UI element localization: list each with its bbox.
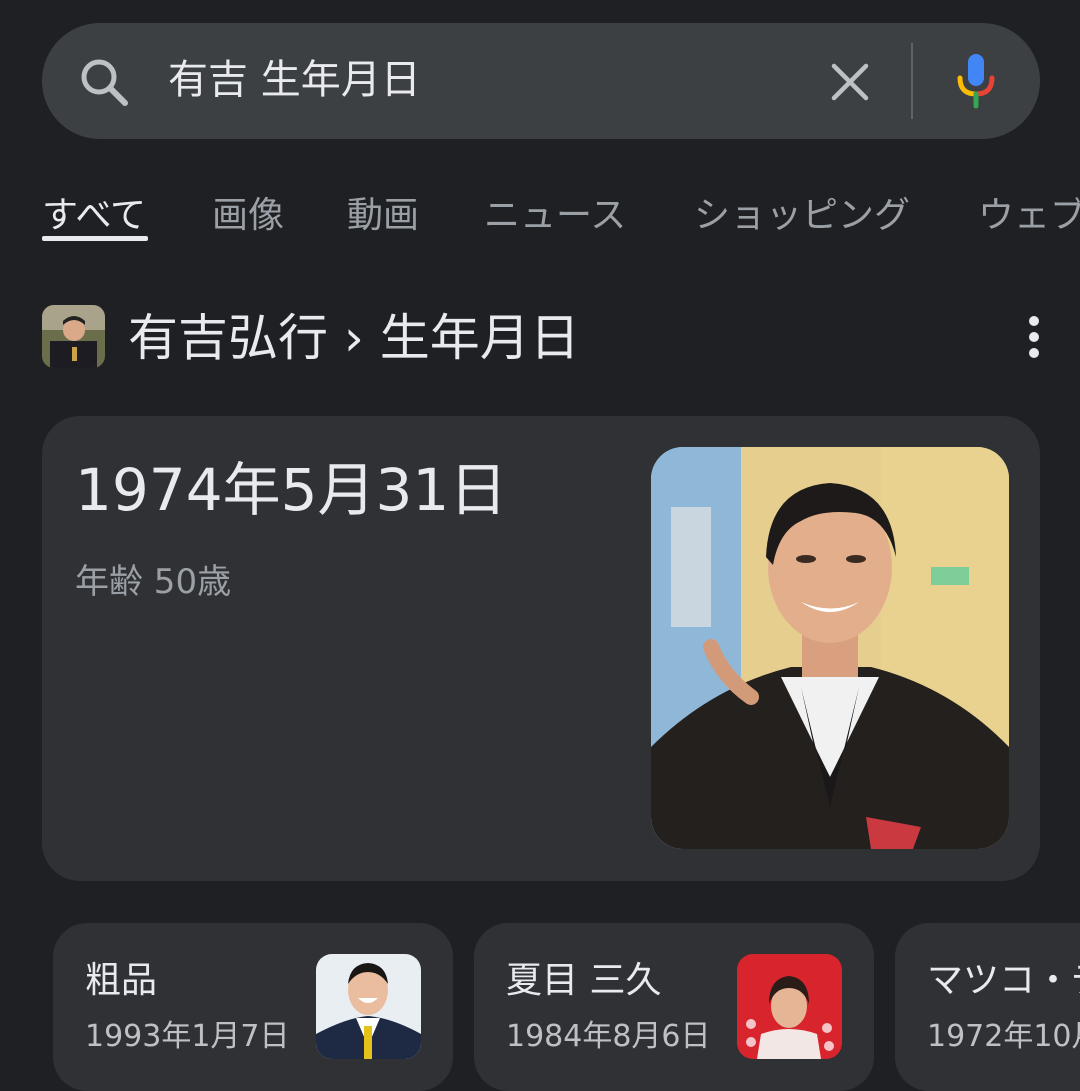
person-thumbnail [316,954,421,1059]
tab-images[interactable]: 画像 [212,191,284,241]
active-tab-indicator [42,236,148,241]
person-name: 夏目 三久 [506,960,662,1001]
person-card[interactable]: マツコ・デラックス 1972年10月26日 [895,923,1080,1091]
tab-web[interactable]: ウェブ [978,191,1080,241]
tab-all[interactable]: すべて [42,191,146,241]
search-divider [911,43,913,119]
age-text: 年齢 50歳 [75,562,232,602]
answer-card: 1974年5月31日 年齢 50歳 [42,416,1040,881]
search-tabs: すべて 画像 動画 ニュース ショッピング ウェブ [0,185,1080,255]
person-birth-date: 1993年1月7日 [85,1019,290,1054]
person-birth-date: 1972年10月26日 [927,1019,1080,1054]
entity-title[interactable]: 有吉弘行 › 生年月日 [128,307,580,369]
person-card[interactable]: 粗品 1993年1月7日 [53,923,453,1091]
tab-shopping[interactable]: ショッピング [694,191,910,241]
birth-date: 1974年5月31日 [75,456,508,524]
person-card[interactable]: 夏目 三久 1984年8月6日 [474,923,874,1091]
related-people: 粗品 1993年1月7日 夏目 三久 1984年8月6日 マツコ・ 1972年1… [0,923,1080,1091]
person-thumbnail [737,954,842,1059]
person-name: マツコ・デラックス [927,960,1080,1001]
tab-videos[interactable]: 動画 [347,191,419,241]
search-icon[interactable] [78,56,130,108]
more-options-icon[interactable] [1022,315,1046,359]
clear-icon[interactable] [826,58,874,106]
person-photo[interactable] [651,447,1009,849]
person-name: 粗品 [85,960,158,1001]
search-input[interactable]: 有吉 生年月日 [168,52,421,108]
mic-icon[interactable] [952,50,1000,112]
entity-header: 有吉弘行 › 生年月日 [42,305,1042,369]
tab-news[interactable]: ニュース [484,191,626,241]
entity-avatar[interactable] [42,305,105,368]
person-birth-date: 1984年8月6日 [506,1019,711,1054]
